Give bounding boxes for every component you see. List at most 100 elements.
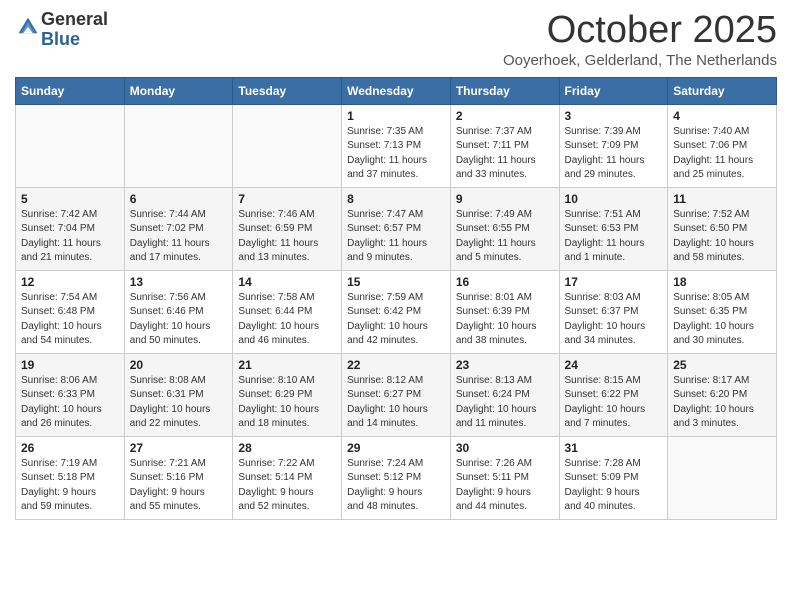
calendar-cell: 18 Sunrise: 8:05 AM Sunset: 6:35 PM Dayli… — [668, 270, 777, 353]
day-info: Sunrise: 8:17 AM Sunset: 6:20 PM Dayligh… — [673, 374, 771, 432]
day-number: 1 — [347, 109, 445, 123]
day-info: Sunrise: 7:46 AM Sunset: 6:59 PM Dayligh… — [238, 208, 336, 266]
day-number: 8 — [347, 192, 445, 206]
calendar-cell: 11 Sunrise: 7:52 AM Sunset: 6:50 PM Dayli… — [668, 187, 777, 270]
day-number: 24 — [565, 358, 663, 372]
calendar-cell: 17 Sunrise: 8:03 AM Sunset: 6:37 PM Dayli… — [559, 270, 668, 353]
calendar-cell: 24Sunrise: 8:15 AM Sunset: 6:22 PM Dayli… — [559, 353, 668, 436]
week-row-4: 19Sunrise: 8:06 AM Sunset: 6:33 PM Dayli… — [16, 353, 777, 436]
day-info: Sunrise: 7:47 AM Sunset: 6:57 PM Dayligh… — [347, 208, 445, 266]
day-number: 31 — [565, 441, 663, 455]
day-info: Sunrise: 8:12 AM Sunset: 6:27 PM Dayligh… — [347, 374, 445, 432]
calendar-cell: 4 Sunrise: 7:40 AM Sunset: 7:06 PM Daylig… — [668, 104, 777, 187]
day-info: Sunrise: 7:56 AM Sunset: 6:46 PM Dayligh… — [130, 291, 228, 349]
day-number: 12 — [21, 275, 119, 289]
day-info: Sunrise: 7:44 AM Sunset: 7:02 PM Dayligh… — [130, 208, 228, 266]
calendar-cell: 30Sunrise: 7:26 AM Sunset: 5:11 PM Dayli… — [450, 436, 559, 519]
calendar-cell: 6 Sunrise: 7:44 AM Sunset: 7:02 PM Daylig… — [124, 187, 233, 270]
day-number: 9 — [456, 192, 554, 206]
calendar-cell: 31 Sunrise: 7:28 AM Sunset: 5:09 PM Dayli… — [559, 436, 668, 519]
day-number: 15 — [347, 275, 445, 289]
logo: General Blue — [15, 10, 108, 50]
day-number: 7 — [238, 192, 336, 206]
calendar-cell: 10 Sunrise: 7:51 AM Sunset: 6:53 PM Dayli… — [559, 187, 668, 270]
calendar-cell — [233, 104, 342, 187]
day-info: Sunrise: 7:40 AM Sunset: 7:06 PM Dayligh… — [673, 125, 771, 183]
column-header-sunday: Sunday — [16, 77, 125, 104]
day-number: 4 — [673, 109, 771, 123]
day-number: 3 — [565, 109, 663, 123]
day-info: Sunrise: 7:26 AM Sunset: 5:11 PM Dayligh… — [456, 457, 554, 515]
calendar-cell: 23Sunrise: 8:13 AM Sunset: 6:24 PM Dayli… — [450, 353, 559, 436]
day-number: 10 — [565, 192, 663, 206]
day-info: Sunrise: 8:03 AM Sunset: 6:37 PM Dayligh… — [565, 291, 663, 349]
day-info: Sunrise: 7:39 AM Sunset: 7:09 PM Dayligh… — [565, 125, 663, 183]
day-info: Sunrise: 8:10 AM Sunset: 6:29 PM Dayligh… — [238, 374, 336, 432]
calendar-cell — [16, 104, 125, 187]
calendar-cell: 14 Sunrise: 7:58 AM Sunset: 6:44 PM Dayli… — [233, 270, 342, 353]
week-row-5: 26 Sunrise: 7:19 AM Sunset: 5:18 PM Dayli… — [16, 436, 777, 519]
day-number: 26 — [21, 441, 119, 455]
calendar-cell — [668, 436, 777, 519]
column-header-tuesday: Tuesday — [233, 77, 342, 104]
day-number: 29 — [347, 441, 445, 455]
day-info: Sunrise: 7:49 AM Sunset: 6:55 PM Dayligh… — [456, 208, 554, 266]
day-number: 21 — [238, 358, 336, 372]
day-number: 5 — [21, 192, 119, 206]
week-row-3: 12 Sunrise: 7:54 AM Sunset: 6:48 PM Dayli… — [16, 270, 777, 353]
calendar-cell: 12 Sunrise: 7:54 AM Sunset: 6:48 PM Dayli… — [16, 270, 125, 353]
day-number: 14 — [238, 275, 336, 289]
day-info: Sunrise: 8:01 AM Sunset: 6:39 PM Dayligh… — [456, 291, 554, 349]
calendar-header-row: SundayMondayTuesdayWednesdayThursdayFrid… — [16, 77, 777, 104]
day-info: Sunrise: 7:58 AM Sunset: 6:44 PM Dayligh… — [238, 291, 336, 349]
calendar-cell: 19Sunrise: 8:06 AM Sunset: 6:33 PM Dayli… — [16, 353, 125, 436]
calendar-cell — [124, 104, 233, 187]
day-number: 2 — [456, 109, 554, 123]
day-info: Sunrise: 7:22 AM Sunset: 5:14 PM Dayligh… — [238, 457, 336, 515]
page-header: General Blue October 2025 Ooyerhoek, Gel… — [15, 10, 777, 69]
day-info: Sunrise: 8:05 AM Sunset: 6:35 PM Dayligh… — [673, 291, 771, 349]
month-title: October 2025 — [503, 10, 777, 52]
logo-blue-text: Blue — [41, 29, 80, 49]
location-subtitle: Ooyerhoek, Gelderland, The Netherlands — [503, 52, 777, 69]
logo-icon — [17, 16, 39, 38]
week-row-1: 1 Sunrise: 7:35 AM Sunset: 7:13 PM Daylig… — [16, 104, 777, 187]
column-header-saturday: Saturday — [668, 77, 777, 104]
day-info: Sunrise: 7:24 AM Sunset: 5:12 PM Dayligh… — [347, 457, 445, 515]
day-number: 16 — [456, 275, 554, 289]
day-number: 13 — [130, 275, 228, 289]
calendar-cell: 7 Sunrise: 7:46 AM Sunset: 6:59 PM Daylig… — [233, 187, 342, 270]
calendar-cell: 27 Sunrise: 7:21 AM Sunset: 5:16 PM Dayli… — [124, 436, 233, 519]
day-number: 23 — [456, 358, 554, 372]
day-number: 6 — [130, 192, 228, 206]
day-info: Sunrise: 7:59 AM Sunset: 6:42 PM Dayligh… — [347, 291, 445, 349]
day-info: Sunrise: 7:51 AM Sunset: 6:53 PM Dayligh… — [565, 208, 663, 266]
day-number: 20 — [130, 358, 228, 372]
calendar-cell: 3 Sunrise: 7:39 AM Sunset: 7:09 PM Daylig… — [559, 104, 668, 187]
calendar-cell: 21 Sunrise: 8:10 AM Sunset: 6:29 PM Dayli… — [233, 353, 342, 436]
calendar-cell: 26 Sunrise: 7:19 AM Sunset: 5:18 PM Dayli… — [16, 436, 125, 519]
day-info: Sunrise: 7:19 AM Sunset: 5:18 PM Dayligh… — [21, 457, 119, 515]
calendar-cell: 9 Sunrise: 7:49 AM Sunset: 6:55 PM Daylig… — [450, 187, 559, 270]
calendar-cell: 29 Sunrise: 7:24 AM Sunset: 5:12 PM Dayli… — [342, 436, 451, 519]
calendar-table: SundayMondayTuesdayWednesdayThursdayFrid… — [15, 77, 777, 520]
calendar-cell: 28Sunrise: 7:22 AM Sunset: 5:14 PM Dayli… — [233, 436, 342, 519]
calendar-cell: 15 Sunrise: 7:59 AM Sunset: 6:42 PM Dayli… — [342, 270, 451, 353]
day-info: Sunrise: 7:35 AM Sunset: 7:13 PM Dayligh… — [347, 125, 445, 183]
day-info: Sunrise: 7:37 AM Sunset: 7:11 PM Dayligh… — [456, 125, 554, 183]
day-info: Sunrise: 7:28 AM Sunset: 5:09 PM Dayligh… — [565, 457, 663, 515]
column-header-friday: Friday — [559, 77, 668, 104]
calendar-cell: 22Sunrise: 8:12 AM Sunset: 6:27 PM Dayli… — [342, 353, 451, 436]
day-number: 25 — [673, 358, 771, 372]
day-info: Sunrise: 7:52 AM Sunset: 6:50 PM Dayligh… — [673, 208, 771, 266]
day-number: 18 — [673, 275, 771, 289]
column-header-monday: Monday — [124, 77, 233, 104]
calendar-cell: 5 Sunrise: 7:42 AM Sunset: 7:04 PM Daylig… — [16, 187, 125, 270]
day-info: Sunrise: 7:21 AM Sunset: 5:16 PM Dayligh… — [130, 457, 228, 515]
column-header-thursday: Thursday — [450, 77, 559, 104]
day-info: Sunrise: 7:42 AM Sunset: 7:04 PM Dayligh… — [21, 208, 119, 266]
day-number: 17 — [565, 275, 663, 289]
day-number: 11 — [673, 192, 771, 206]
day-number: 27 — [130, 441, 228, 455]
day-info: Sunrise: 7:54 AM Sunset: 6:48 PM Dayligh… — [21, 291, 119, 349]
